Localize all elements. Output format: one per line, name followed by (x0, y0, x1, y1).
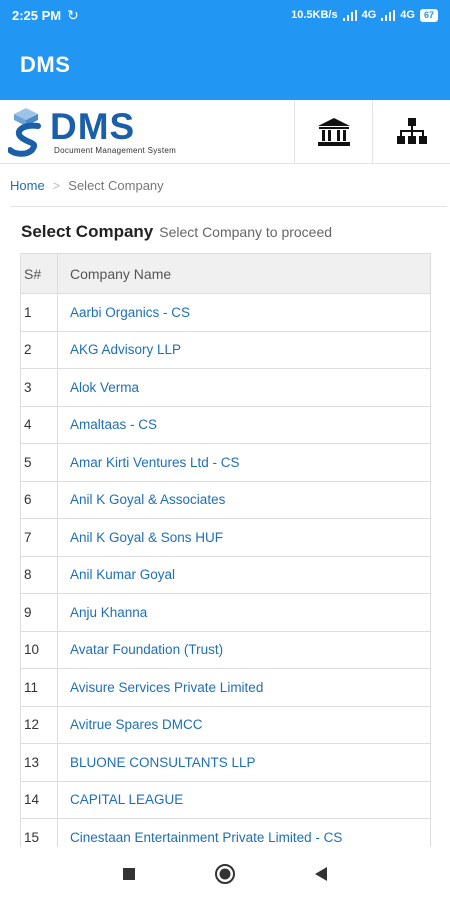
company-link[interactable]: CAPITAL LEAGUE (70, 792, 183, 807)
table-row[interactable]: 6 Anil K Goyal & Associates (20, 480, 431, 519)
company-link[interactable]: Aarbi Organics - CS (70, 305, 190, 320)
table-row[interactable]: 1 Aarbi Organics - CS (20, 293, 431, 332)
row-company-cell: Aarbi Organics - CS (57, 293, 431, 332)
logo-subtitle: Document Management System (54, 145, 177, 155)
system-nav-bar (0, 847, 450, 900)
battery-icon: 67 (419, 8, 438, 22)
signal-icon (381, 9, 396, 21)
row-serial-number: 15 (20, 818, 58, 847)
column-header-company-name: Company Name (57, 253, 431, 294)
row-company-cell: Anju Khanna (57, 593, 431, 632)
section-heading: Select Company Select Company to proceed (21, 222, 332, 242)
company-link[interactable]: Anil Kumar Goyal (70, 567, 175, 582)
breadcrumb-current: Select Company (68, 178, 164, 193)
company-link[interactable]: BLUONE CONSULTANTS LLP (70, 755, 256, 770)
breadcrumb-home-link[interactable]: Home (10, 178, 45, 193)
row-company-cell: AKG Advisory LLP (57, 330, 431, 369)
row-serial-number: 4 (20, 405, 58, 444)
status-bar: 2:25 PM ↻ 10.5KB/s 4G 4G 67 (0, 0, 450, 30)
table-row[interactable]: 13 BLUONE CONSULTANTS LLP (20, 743, 431, 782)
column-header-sn: S# (20, 253, 58, 294)
table-row[interactable]: 5 Amar Kirti Ventures Ltd - CS (20, 443, 431, 482)
company-link[interactable]: Avisure Services Private Limited (70, 680, 263, 695)
signal-icon (342, 9, 357, 21)
row-company-cell: Anil K Goyal & Sons HUF (57, 518, 431, 557)
page-subtitle: Select Company to proceed (159, 224, 333, 240)
row-serial-number: 11 (20, 668, 58, 707)
company-link[interactable]: Anju Khanna (70, 605, 147, 620)
table-row[interactable]: 4 Amaltaas - CS (20, 405, 431, 444)
company-link[interactable]: Anil K Goyal & Sons HUF (70, 530, 223, 545)
table-row[interactable]: 8 Anil Kumar Goyal (20, 555, 431, 594)
row-serial-number: 1 (20, 293, 58, 332)
bank-icon[interactable] (294, 99, 372, 164)
company-table-container[interactable]: S# Company Name 1 Aarbi Organics - CS 2 AKG… (20, 253, 431, 847)
table-row[interactable]: 7 Anil K Goyal & Sons HUF (20, 518, 431, 557)
home-circle-icon[interactable] (212, 861, 238, 887)
company-link[interactable]: Avatar Foundation (Trust) (70, 642, 223, 657)
row-serial-number: 2 (20, 330, 58, 369)
app-title: DMS (20, 52, 71, 77)
row-company-cell: BLUONE CONSULTANTS LLP (57, 743, 431, 782)
recents-square-icon[interactable] (116, 861, 142, 887)
breadcrumb-separator: > (52, 178, 61, 193)
table-row[interactable]: 10 Avatar Foundation (Trust) (20, 630, 431, 669)
company-link[interactable]: Avitrue Spares DMCC (70, 717, 203, 732)
row-serial-number: 8 (20, 555, 58, 594)
org-chart-icon[interactable] (372, 99, 450, 164)
app-bar: DMS (0, 30, 450, 100)
row-company-cell: Cinestaan Entertainment Private Limited … (57, 818, 431, 847)
status-time: 2:25 PM (12, 7, 62, 23)
network-type-2: 4G (400, 9, 415, 21)
logo-text: DMS (50, 105, 136, 147)
logo-mark-icon (8, 107, 41, 157)
row-company-cell: Avitrue Spares DMCC (57, 705, 431, 744)
sync-icon: ↻ (67, 6, 79, 23)
breadcrumb: Home > Select Company (10, 178, 164, 193)
row-company-cell: Avatar Foundation (Trust) (57, 630, 431, 669)
table-row[interactable]: 2 AKG Advisory LLP (20, 330, 431, 369)
network-speed: 10.5KB/s (291, 9, 338, 21)
row-serial-number: 12 (20, 705, 58, 744)
header-icons (294, 99, 450, 164)
row-serial-number: 7 (20, 518, 58, 557)
row-company-cell: Anil Kumar Goyal (57, 555, 431, 594)
company-link[interactable]: AKG Advisory LLP (70, 342, 181, 357)
company-link[interactable]: Cinestaan Entertainment Private Limited … (70, 830, 342, 845)
row-company-cell: Alok Verma (57, 368, 431, 407)
table-row[interactable]: 9 Anju Khanna (20, 593, 431, 632)
company-link[interactable]: Amar Kirti Ventures Ltd - CS (70, 455, 240, 470)
row-serial-number: 6 (20, 480, 58, 519)
row-serial-number: 10 (20, 630, 58, 669)
table-body: 1 Aarbi Organics - CS 2 AKG Advisory LLP 3 Al… (20, 293, 431, 847)
divider (10, 206, 447, 207)
row-company-cell: CAPITAL LEAGUE (57, 780, 431, 819)
table-row[interactable]: 14 CAPITAL LEAGUE (20, 780, 431, 819)
company-table: S# Company Name 1 Aarbi Organics - CS 2 AKG… (20, 253, 431, 847)
table-row[interactable]: 11 Avisure Services Private Limited (20, 668, 431, 707)
row-company-cell: Amar Kirti Ventures Ltd - CS (57, 443, 431, 482)
site-header: DMS Document Management System (0, 99, 450, 164)
row-company-cell: Anil K Goyal & Associates (57, 480, 431, 519)
row-company-cell: Avisure Services Private Limited (57, 668, 431, 707)
table-row[interactable]: 3 Alok Verma (20, 368, 431, 407)
page-title: Select Company (21, 222, 154, 241)
row-serial-number: 14 (20, 780, 58, 819)
network-type-1: 4G (361, 9, 377, 21)
row-serial-number: 3 (20, 368, 58, 407)
company-link[interactable]: Amaltaas - CS (70, 417, 157, 432)
row-serial-number: 9 (20, 593, 58, 632)
company-link[interactable]: Alok Verma (70, 380, 139, 395)
table-row[interactable]: 15 Cinestaan Entertainment Private Limite… (20, 818, 431, 847)
table-row[interactable]: 12 Avitrue Spares DMCC (20, 705, 431, 744)
company-link[interactable]: Anil K Goyal & Associates (70, 492, 225, 507)
back-triangle-icon[interactable] (308, 861, 334, 887)
row-serial-number: 5 (20, 443, 58, 482)
dms-logo[interactable]: DMS Document Management System (0, 100, 176, 164)
table-header-row: S# Company Name (20, 253, 431, 294)
status-indicators: 10.5KB/s 4G 4G 67 (291, 8, 438, 22)
row-serial-number: 13 (20, 743, 58, 782)
row-company-cell: Amaltaas - CS (57, 405, 431, 444)
